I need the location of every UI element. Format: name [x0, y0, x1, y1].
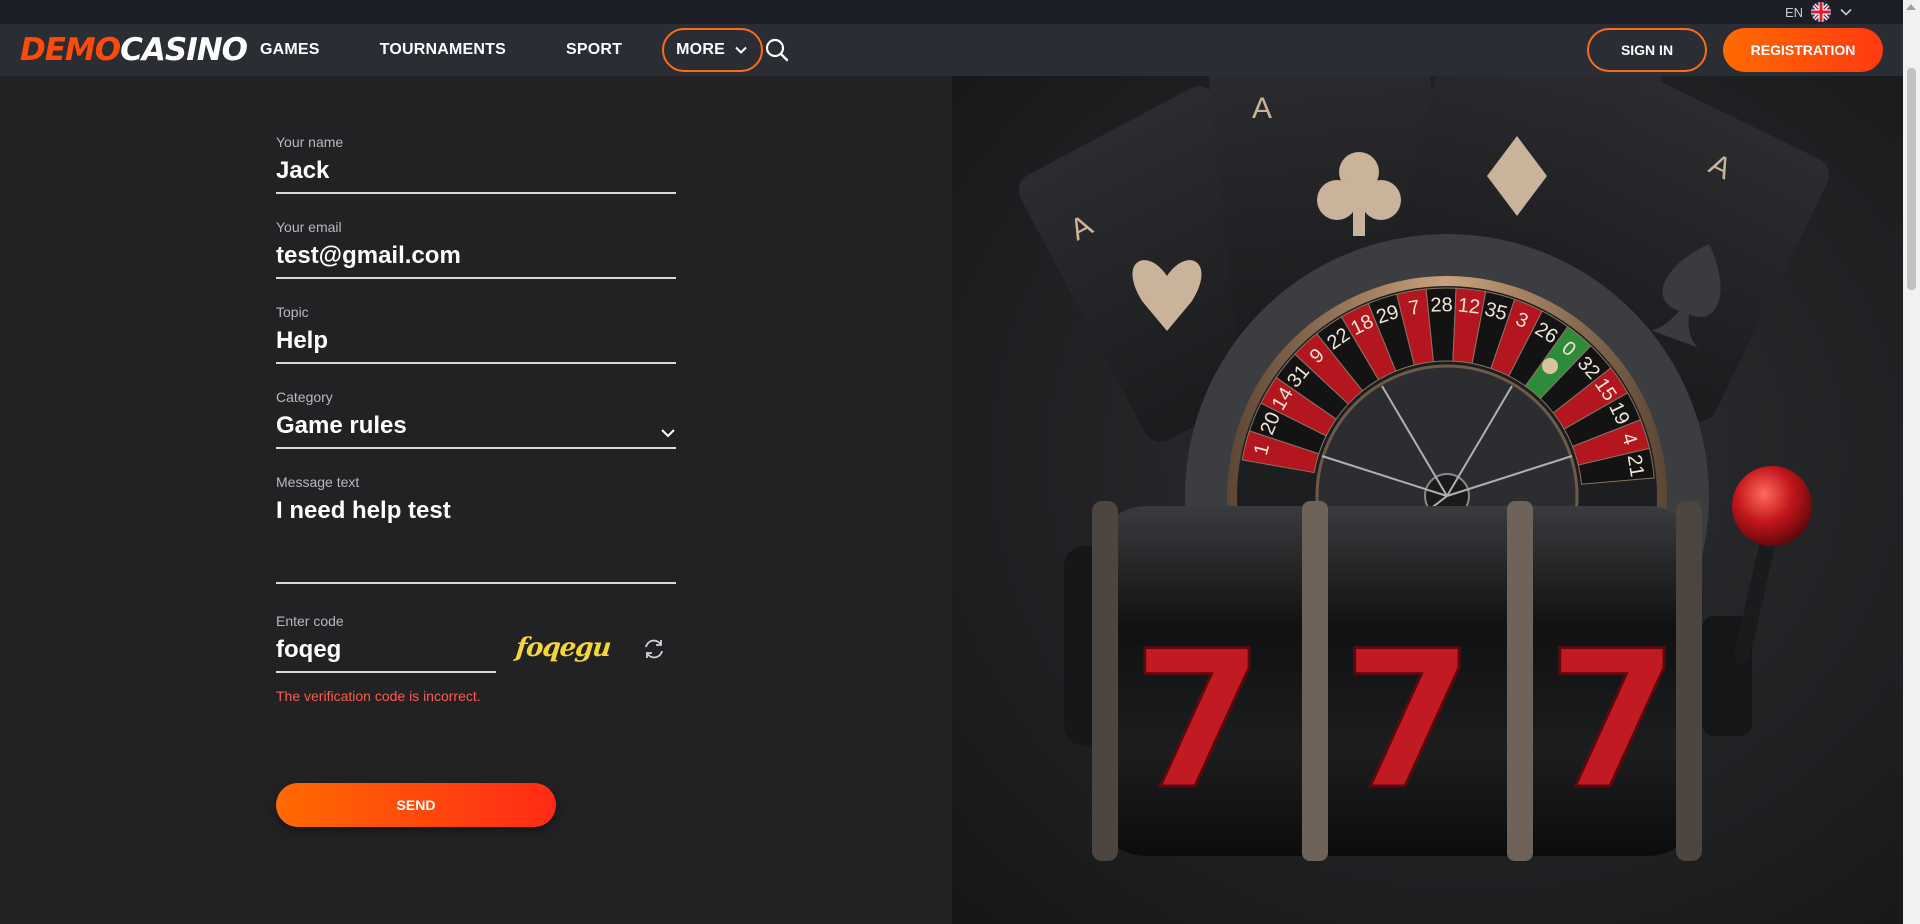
- code-field: Enter code foqeg foqegu The verification…: [276, 613, 676, 713]
- logo[interactable]: DEMO CASINO: [20, 32, 248, 68]
- top-strip: EN: [0, 0, 1903, 24]
- chevron-down-icon[interactable]: [660, 425, 676, 441]
- reel-symbol: 7: [1342, 610, 1474, 831]
- code-label: Enter code: [276, 613, 344, 629]
- language-selector[interactable]: EN: [1785, 2, 1853, 22]
- site-header: DEMO CASINO GAMES TOURNAMENTS SPORT MORE …: [0, 24, 1903, 76]
- email-field: Your email test@gmail.com: [276, 219, 676, 279]
- nav-sport[interactable]: SPORT: [566, 41, 622, 59]
- slot-machine: 7 7 7: [1064, 466, 1812, 861]
- logo-part-casino: CASINO: [120, 32, 248, 68]
- main-nav: GAMES TOURNAMENTS SPORT MORE: [230, 24, 793, 76]
- category-select[interactable]: Game rules: [276, 411, 676, 449]
- scrollbar-thumb[interactable]: [1907, 68, 1916, 290]
- card-rank: A: [1252, 92, 1272, 125]
- message-field: Message text I need help test: [276, 474, 676, 584]
- chevron-down-icon: [1840, 8, 1852, 16]
- email-input[interactable]: test@gmail.com: [276, 241, 676, 279]
- roulette-number: 28: [1430, 294, 1453, 317]
- category-field: Category Game rules: [276, 389, 676, 449]
- name-field: Your name Jack: [276, 134, 676, 194]
- name-label: Your name: [276, 134, 344, 150]
- chevron-down-icon: [735, 46, 747, 54]
- send-button[interactable]: SEND: [276, 783, 556, 827]
- roulette-number: 12: [1457, 294, 1482, 318]
- roulette-number: 21: [1623, 453, 1648, 478]
- message-textarea[interactable]: I need help test: [276, 496, 676, 584]
- code-input[interactable]: foqeg: [276, 635, 496, 673]
- scroll-up-arrow-icon[interactable]: [1906, 4, 1916, 10]
- topic-input[interactable]: Help: [276, 326, 676, 364]
- sign-in-button[interactable]: SIGN IN: [1587, 28, 1707, 72]
- name-input[interactable]: Jack: [276, 156, 676, 194]
- nav-tournaments[interactable]: TOURNAMENTS: [380, 41, 506, 59]
- topic-label: Topic: [276, 304, 309, 320]
- captcha-image: foqegu: [514, 633, 612, 663]
- lever-knob: [1732, 466, 1812, 546]
- reel-symbol: 7: [1547, 610, 1679, 831]
- nav-more[interactable]: MORE: [662, 28, 763, 72]
- code-error-message: The verification code is incorrect.: [276, 688, 481, 704]
- page: EN DEMO CASINO GAMES TOURNAMENTS SPORT M…: [0, 0, 1920, 924]
- uk-flag-icon: [1811, 2, 1831, 22]
- email-label: Your email: [276, 219, 342, 235]
- language-code: EN: [1784, 4, 1803, 20]
- category-label: Category: [276, 389, 333, 405]
- search-icon[interactable]: [764, 37, 790, 63]
- message-label: Message text: [276, 474, 360, 490]
- registration-button[interactable]: REGISTRATION: [1723, 28, 1883, 72]
- reel-symbol: 7: [1132, 610, 1264, 831]
- logo-part-demo: DEMO: [20, 32, 121, 68]
- casino-illustration: A A A 1 20 14 31 9 22 18 29 7 28 12 35 3 26 0 32 15 19 4 21: [952, 76, 1903, 924]
- topic-field: Topic Help: [276, 304, 676, 364]
- nav-games[interactable]: GAMES: [260, 41, 320, 59]
- casino-art: A A A 12014319221829 7 28 12 35 3 260321519421: [1018, 76, 1829, 861]
- refresh-icon[interactable]: [642, 637, 666, 661]
- nav-more-label: MORE: [676, 41, 725, 58]
